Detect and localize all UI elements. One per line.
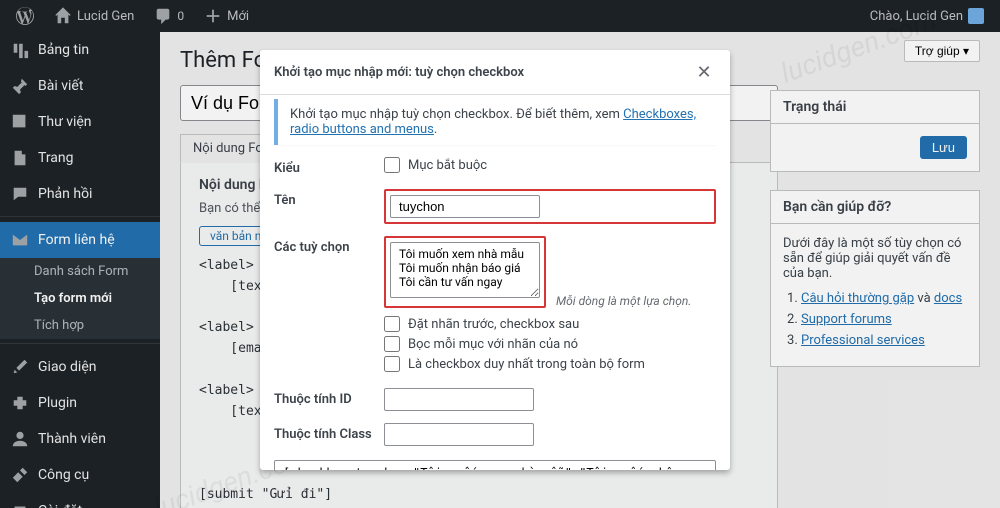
close-icon[interactable]: ✕ <box>692 60 716 84</box>
id-label: Thuộc tính ID <box>274 388 374 407</box>
class-label: Thuộc tính Class <box>274 423 374 442</box>
shortcode-output[interactable] <box>274 460 716 470</box>
required-checkbox[interactable]: Mục bắt buộc <box>384 157 716 173</box>
options-hint: Mỗi dòng là một lựa chọn. <box>556 294 691 308</box>
modal-title: Khởi tạo mục nhập mới: tuỳ chọn checkbox <box>274 65 524 80</box>
type-label: Kiểu <box>274 157 374 176</box>
options-label: Các tuỳ chọn <box>274 236 374 255</box>
modal-notice: Khởi tạo mục nhập tuỳ chọn checkbox. Để … <box>274 99 716 145</box>
exclusive-checkbox[interactable]: Là checkbox duy nhất trong toàn bộ form <box>384 356 716 372</box>
wrap-label-checkbox[interactable]: Bọc mỗi mục với nhãn của nó <box>384 336 716 352</box>
id-input[interactable] <box>384 388 534 411</box>
class-input[interactable] <box>384 423 534 446</box>
name-label: Tên <box>274 189 374 208</box>
label-first-checkbox[interactable]: Đặt nhãn trước, checkbox sau <box>384 316 716 332</box>
name-input[interactable] <box>390 195 540 218</box>
options-textarea[interactable]: Tôi muốn xem nhà mẫu Tôi muốn nhận báo g… <box>390 242 540 298</box>
field-generator-modal: Khởi tạo mục nhập mới: tuỳ chọn checkbox… <box>260 50 730 470</box>
